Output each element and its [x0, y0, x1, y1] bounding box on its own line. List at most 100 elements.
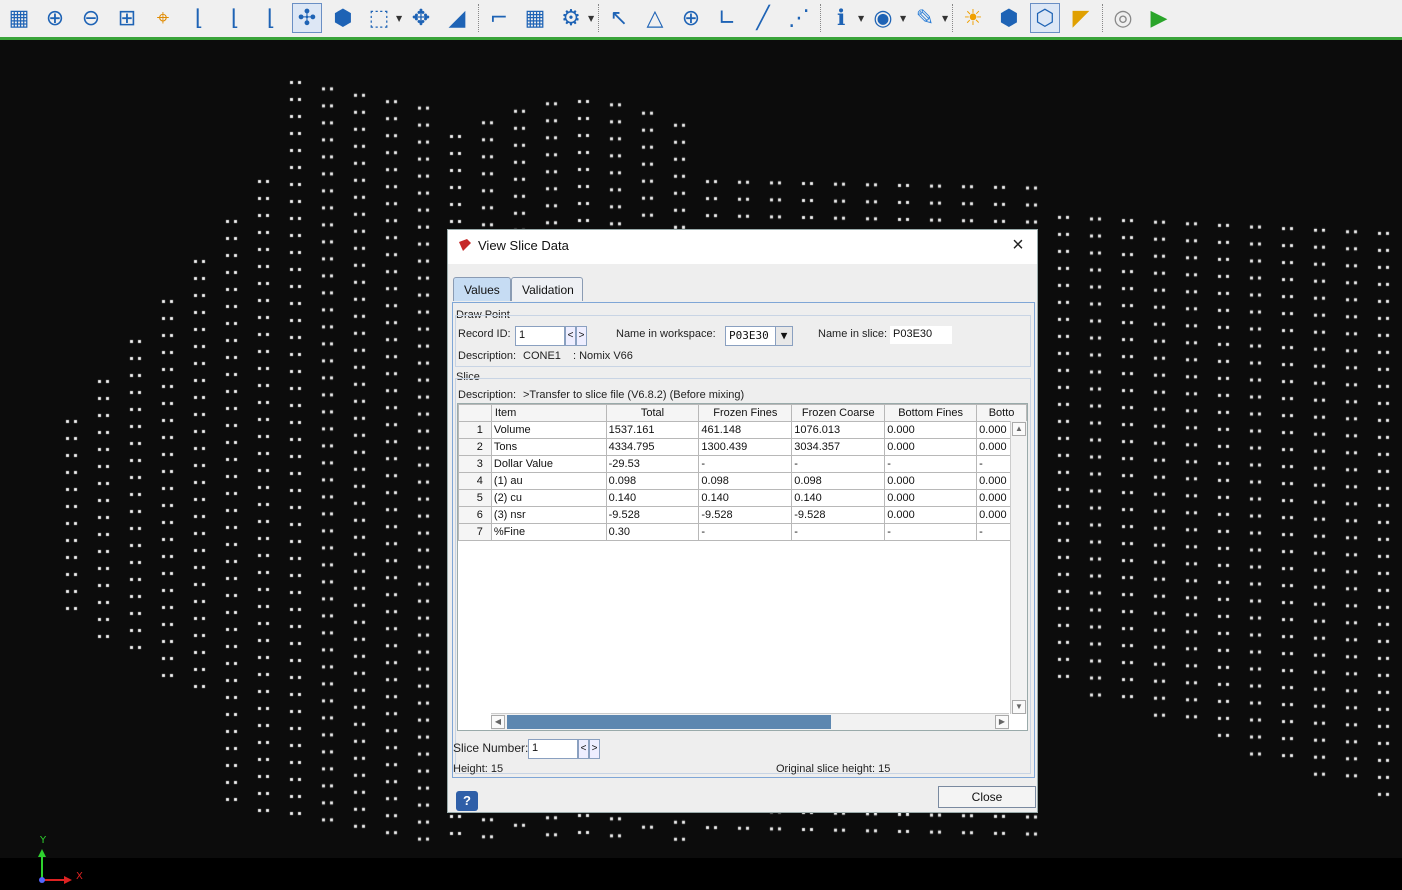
dp-description-extra: : Nomix V66: [573, 350, 633, 362]
row-number: 4: [458, 472, 492, 490]
view-zy-icon[interactable]: ⌊: [256, 3, 286, 33]
horizontal-scrollbar[interactable]: ◀ ▶: [491, 713, 1009, 730]
slice-next-button[interactable]: >: [589, 739, 600, 759]
table-cell: 0.098: [605, 472, 700, 490]
table-cell: 0.000: [884, 472, 978, 490]
table-row[interactable]: 6 (3) nsr -9.528 -9.528 -9.528 0.000 0.000: [458, 506, 1027, 524]
column-header[interactable]: Item: [490, 404, 607, 422]
pan-icon[interactable]: ✥: [406, 3, 436, 33]
dropdown-arrow-icon[interactable]: ▼: [858, 14, 864, 23]
table-cell: 0.098: [791, 472, 886, 490]
pencil-icon[interactable]: ✎: [910, 3, 940, 33]
column-header[interactable]: Frozen Coarse: [791, 404, 886, 422]
record-next-button[interactable]: >: [576, 326, 587, 346]
table-cell: Dollar Value: [490, 455, 607, 473]
visibility-icon[interactable]: ◉: [868, 3, 898, 33]
record-icon[interactable]: ◎: [1108, 3, 1138, 33]
slice-description-value: >Transfer to slice file (V6.8.2) (Before…: [523, 389, 745, 401]
table-row[interactable]: 5 (2) cu 0.140 0.140 0.140 0.000 0.000: [458, 489, 1027, 507]
slice-data-table[interactable]: Item Total Frozen Fines Frozen Coarse Bottom…: [457, 403, 1028, 731]
table-cell: -9.528: [605, 506, 700, 524]
info-icon[interactable]: ℹ: [826, 3, 856, 33]
dropdown-arrow-icon[interactable]: ▼: [396, 14, 402, 23]
play-icon[interactable]: ▶: [1144, 3, 1174, 33]
help-icon[interactable]: ?: [456, 791, 478, 811]
chevron-down-icon[interactable]: ▼: [775, 327, 792, 345]
select-object-icon[interactable]: ⬢: [328, 3, 358, 33]
scroll-up-icon[interactable]: ▲: [1012, 422, 1026, 436]
zoom-extents-icon[interactable]: ⊞: [112, 3, 142, 33]
table-cell: 1076.013: [791, 421, 886, 439]
name-in-slice-value: P03E30: [890, 326, 952, 344]
line-split-icon[interactable]: ╱: [748, 3, 778, 33]
record-prev-button[interactable]: <: [565, 326, 576, 346]
lighting-icon[interactable]: ☀: [958, 3, 988, 33]
slice-prev-button[interactable]: <: [578, 739, 589, 759]
toolbar-separator: [478, 4, 480, 32]
dropdown-arrow-icon[interactable]: ▼: [900, 14, 906, 23]
zoom-in-icon[interactable]: ⊕: [40, 3, 70, 33]
table-cell: Tons: [490, 438, 607, 456]
table-cell: -9.528: [698, 506, 793, 524]
row-number: 6: [458, 506, 492, 524]
target-icon[interactable]: ⌖: [148, 3, 178, 33]
record-id-label: Record ID:: [458, 328, 511, 340]
scroll-right-icon[interactable]: ▶: [995, 715, 1009, 729]
point-insert-icon[interactable]: ⊕: [676, 3, 706, 33]
point-add-icon[interactable]: ↖: [604, 3, 634, 33]
table-cell: (2) cu: [490, 489, 607, 507]
column-header[interactable]: Total: [605, 404, 700, 422]
solid-hex-icon[interactable]: ⬢: [994, 3, 1024, 33]
table-row[interactable]: 4 (1) au 0.098 0.098 0.098 0.000 0.000: [458, 472, 1027, 490]
column-header[interactable]: Frozen Fines: [698, 404, 793, 422]
table-cell: 0.140: [605, 489, 700, 507]
table-row[interactable]: 1 Volume 1537.161 461.148 1076.013 0.000 0.000: [458, 421, 1027, 439]
table-row[interactable]: 2 Tons 4334.795 1300.439 3034.357 0.000 0.000: [458, 438, 1027, 456]
table-body: 1 Volume 1537.161 461.148 1076.013 0.000 0.000…: [458, 421, 1027, 541]
grid-icon[interactable]: ▦: [4, 3, 34, 33]
table-row[interactable]: 3 Dollar Value -29.53- - - -: [458, 455, 1027, 473]
record-id-field[interactable]: 1: [515, 326, 565, 346]
string-edit-icon[interactable]: ⚙: [556, 3, 586, 33]
slice-number-field[interactable]: 1: [528, 739, 578, 759]
slice-data-grid: Item Total Frozen Fines Frozen Coarse Bottom…: [458, 404, 1027, 541]
scroll-left-icon[interactable]: ◀: [491, 715, 505, 729]
line-edit-icon[interactable]: ∟: [712, 3, 742, 33]
scroll-down-icon[interactable]: ▼: [1012, 700, 1026, 714]
zoom-out-icon[interactable]: ⊖: [76, 3, 106, 33]
dropdown-arrow-icon[interactable]: ▼: [942, 14, 948, 23]
table-cell: (3) nsr: [490, 506, 607, 524]
wireframe-hex-icon[interactable]: ⬡: [1030, 3, 1060, 33]
dp-description-value: CONE1: [523, 350, 561, 362]
tab-values[interactable]: Values: [453, 277, 511, 301]
close-icon[interactable]: ×: [1007, 234, 1029, 257]
close-button[interactable]: Close: [938, 786, 1036, 808]
slice-description-label: Description:: [458, 389, 517, 401]
pen-plane-icon[interactable]: ◤: [1066, 3, 1096, 33]
rotate-3d-icon[interactable]: ✣: [292, 3, 322, 33]
row-number: 7: [458, 523, 492, 541]
measure-angle-icon[interactable]: ◢: [442, 3, 472, 33]
vertex-edit-icon[interactable]: ⋰: [784, 3, 814, 33]
row-number-header: [458, 404, 492, 422]
grid-select-icon[interactable]: ▦: [520, 3, 550, 33]
table-cell: -29.53: [605, 455, 700, 473]
table-cell: 1300.439: [698, 438, 793, 456]
table-cell: Volume: [490, 421, 607, 439]
tab-validation[interactable]: Validation: [511, 277, 583, 301]
toolbar-separator: [952, 4, 954, 32]
select-box-icon[interactable]: ⬚: [364, 3, 394, 33]
scroll-thumb[interactable]: [507, 715, 831, 729]
view-zx-icon[interactable]: ⌊: [220, 3, 250, 33]
view-yx-icon[interactable]: ⌊: [184, 3, 214, 33]
dropdown-arrow-icon[interactable]: ▼: [588, 14, 594, 23]
column-header[interactable]: Botto: [976, 404, 1027, 422]
table-row[interactable]: 7 %Fine 0.30- - - -: [458, 523, 1027, 541]
column-header[interactable]: Bottom Fines: [884, 404, 978, 422]
point-select-icon[interactable]: ⌐: [484, 3, 514, 33]
polygon-edit-icon[interactable]: △: [640, 3, 670, 33]
vertical-scrollbar[interactable]: ▲ ▼: [1010, 421, 1027, 714]
table-cell: 3034.357: [791, 438, 886, 456]
table-cell: 0.000: [884, 421, 978, 439]
name-in-workspace-select[interactable]: P03E30 ▼: [725, 326, 793, 346]
